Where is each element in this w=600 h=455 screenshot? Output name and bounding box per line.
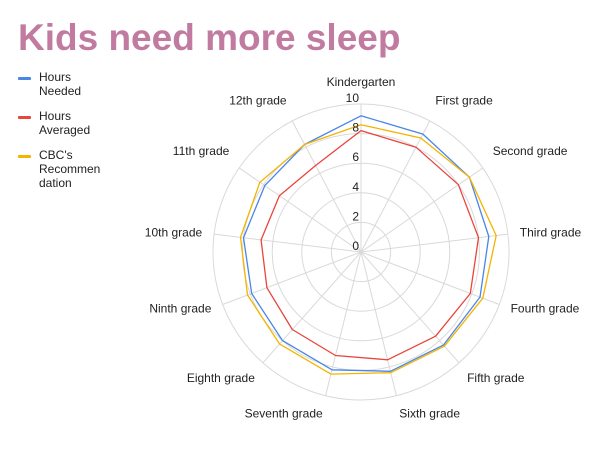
category-label-second-grade: Second grade (493, 144, 568, 158)
category-label-12th-grade: 12th grade (229, 93, 287, 107)
tick-label: 6 (352, 150, 359, 164)
grid-spoke (360, 251, 397, 396)
series-line-hours-needed (242, 115, 490, 372)
category-label-first-grade: First grade (435, 93, 493, 107)
category-label-eighth-grade: Eighth grade (187, 371, 255, 385)
category-label-sixth-grade: Sixth grade (399, 406, 460, 420)
tick-label: 0 (352, 239, 359, 253)
grid-spoke (262, 251, 362, 364)
tick-label: 2 (352, 209, 359, 223)
tick-label: 8 (352, 121, 359, 135)
category-label-11th-grade: 11th grade (173, 144, 230, 158)
category-label-fifth-grade: Fifth grade (467, 371, 525, 385)
category-label-seventh-grade: Seventh grade (245, 406, 323, 420)
tick-label: 10 (346, 91, 360, 105)
series-line-hours-averaged (260, 129, 480, 361)
category-label-10th-grade: 10th grade (145, 226, 203, 240)
category-label-ninth-grade: Ninth grade (149, 302, 211, 316)
category-label-kindergarten: Kindergarten (327, 75, 396, 89)
radar-chart: 0 2 4 6 8 10 Kindergarten First grade Second gra… (145, 75, 582, 420)
grid-spoke (291, 120, 362, 253)
grid-spoke (360, 251, 500, 305)
category-label-third-grade: Third grade (520, 226, 582, 240)
tick-label: 4 (352, 180, 359, 194)
category-label-fourth-grade: Fourth grade (511, 302, 580, 316)
